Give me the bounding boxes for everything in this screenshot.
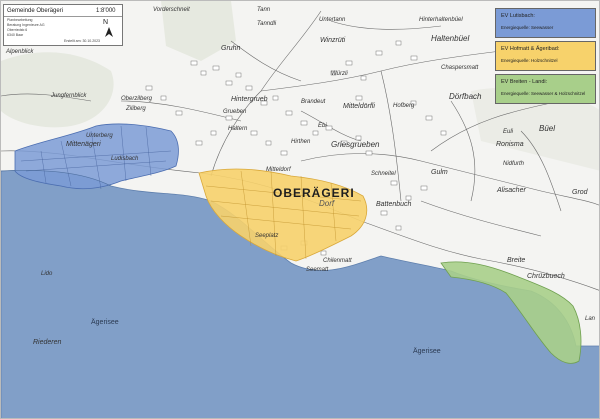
legend-title: EV Breiten - Landi:: [501, 79, 548, 85]
place-label: Mittenägeri: [66, 141, 101, 148]
place-label: Würzli: [331, 71, 348, 77]
place-label: Griesgrueben: [331, 140, 380, 149]
town-sublabel: Dorf: [319, 199, 335, 208]
place-label: Hinterhaltenbüel: [419, 17, 463, 23]
place-label: Battenbuch: [376, 201, 412, 208]
place-label: Euli: [503, 129, 514, 135]
map-canvas[interactable]: Gemeinde Oberägeri 1:8'000 Planbearbeitu…: [0, 0, 600, 419]
legend-subtitle: Energiequelle: Seewasser: [501, 25, 554, 30]
place-label: Gulm: [431, 169, 448, 176]
title-box: Gemeinde Oberägeri 1:8'000 Planbearbeitu…: [3, 4, 123, 46]
legend-subtitle: Energiequelle: Seewasser & Holzschnitzel: [501, 91, 586, 96]
title-line: 6340 Baar: [7, 33, 24, 37]
title-line: Oberriedstr.6: [7, 28, 28, 32]
legend-item-lutisbach: EV Lutisbach: Energiequelle: Seewasser: [495, 8, 596, 38]
title-line: Beratung Ingenieure AG: [7, 23, 45, 27]
place-label: Grueben: [223, 109, 247, 115]
place-label: Ebi: [318, 123, 327, 129]
place-label: Winzrüti: [320, 37, 346, 44]
place-label: Büel: [539, 124, 556, 133]
place-label: Brandeut: [301, 99, 326, 105]
place-label: Breite: [507, 257, 526, 264]
place-label: Chrüzbuech: [527, 273, 565, 280]
place-label: Schneitel: [371, 171, 396, 177]
creation-date: Erstellt am: 30.10.2023: [64, 39, 100, 43]
town-label: OBERÄGERI: [273, 186, 355, 200]
place-label: Hofberg: [393, 103, 415, 109]
place-label: Chilenmatt: [323, 258, 352, 264]
title-divider: [4, 16, 122, 17]
place-label: Ziliberg: [126, 106, 146, 112]
place-label: Mitteldörfli: [343, 103, 375, 110]
place-label: Riederen: [33, 339, 62, 346]
place-label: Jungfernblick: [51, 93, 87, 99]
place-label: Dörfbach: [449, 92, 482, 101]
place-label: Chaspersmatt: [441, 65, 479, 71]
place-label: Mitteldorf: [266, 167, 291, 173]
north-arrow-icon: [105, 27, 113, 37]
place-label: Ludisbach: [111, 156, 139, 162]
title-line: Planbearbeitung: [7, 18, 33, 22]
place-label: Haltern: [228, 126, 248, 132]
place-label: Nidfurth: [503, 161, 525, 167]
municipality-name: Gemeinde Oberägeri: [7, 8, 64, 14]
place-label: Hirthen: [291, 139, 311, 145]
place-label: Grod: [572, 189, 588, 196]
legend-subtitle: Energiequelle: Holzschnitzel: [501, 58, 558, 63]
place-label: Hintergrueb: [231, 96, 268, 103]
place-label: Lido: [41, 271, 53, 277]
place-label: Alisacher: [497, 187, 526, 194]
place-label: Untertann: [319, 17, 346, 23]
place-label: Seematt: [306, 267, 329, 273]
place-label: Tanndli: [257, 21, 277, 27]
place-label: Seeplatz: [255, 233, 279, 239]
place-label: Alpenblick: [6, 49, 34, 55]
legend-title: EV Lutisbach:: [501, 13, 535, 19]
place-label: Oberzilberg: [121, 96, 153, 102]
north-label: N: [103, 19, 109, 26]
place-label: Haltenbüel: [431, 34, 470, 43]
place-label: Vorderschneit: [153, 7, 190, 13]
map-scale: 1:8'000: [96, 8, 116, 14]
place-label: Ronisma: [496, 141, 524, 148]
place-label: Unterberg: [86, 133, 113, 139]
legend-item-hofmatt: EV Hofmatt & Ägeribad: Energiequelle: Ho…: [495, 41, 596, 71]
legend-item-breiten: EV Breiten - Landi: Energiequelle: Seewa…: [495, 74, 596, 104]
legend-title: EV Hofmatt & Ägeribad:: [501, 46, 560, 52]
place-label: Gruhn: [221, 45, 241, 52]
place-label: Tann: [257, 7, 271, 13]
place-label: Lan: [585, 316, 596, 322]
lake-label: Ägerisee: [91, 319, 119, 326]
lake-label: Ägerisee: [413, 348, 441, 355]
